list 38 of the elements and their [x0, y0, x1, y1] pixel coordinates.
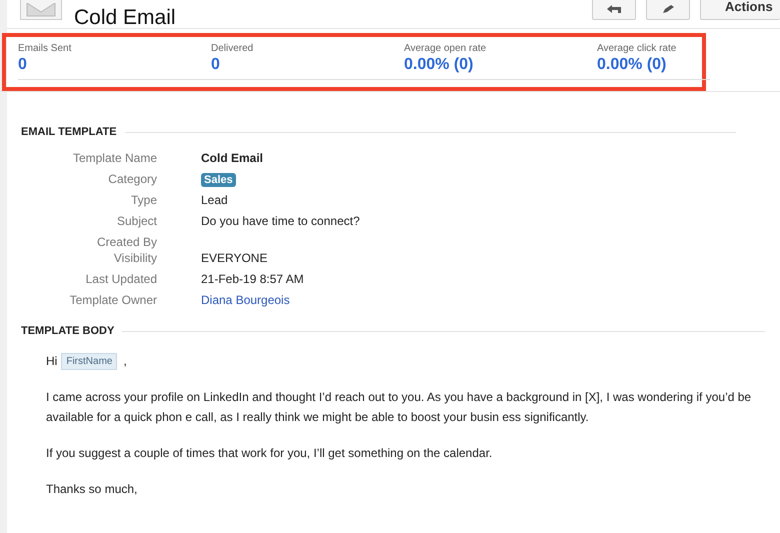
stat-label: Average open rate: [404, 43, 488, 55]
field-label: Last Updated: [84, 271, 157, 288]
field-label: Created By: [96, 234, 157, 250]
field-label: Template Owner: [68, 292, 157, 309]
field-value: Cold Email: [201, 151, 264, 165]
greeting-text: Hi: [46, 354, 58, 368]
envelope-icon: [26, 3, 56, 17]
pencil-icon: [661, 5, 675, 13]
merge-field: FirstName: [61, 352, 118, 370]
stat-label: Average click rate: [597, 43, 678, 55]
stat-value: 0.00% (0): [404, 55, 474, 75]
category-tag: Sales: [201, 173, 236, 187]
field-label: Type: [130, 192, 157, 209]
field-value: EVERYONE: [201, 251, 268, 265]
owner-link[interactable]: Diana Bourgeois: [201, 293, 290, 307]
section-heading: TEMPLATE BODY: [21, 325, 116, 337]
arrow-icon: [607, 5, 621, 13]
actions-menu-button[interactable]: Actions: [700, 0, 780, 20]
stat-value: 0.00% (0): [597, 55, 668, 75]
field-label: Template Name: [72, 150, 157, 167]
stat-label: Delivered: [211, 43, 254, 55]
field-label: Visibility: [112, 250, 157, 267]
field-value: Do you have time to connect?: [201, 214, 360, 228]
greeting-text: ,: [123, 354, 127, 368]
stat-value: 0: [18, 55, 28, 75]
reply-button[interactable]: [592, 0, 636, 20]
edit-button[interactable]: [646, 0, 690, 20]
field-label: Subject: [116, 213, 157, 230]
field-label: Category: [107, 171, 157, 188]
stat-value: 0: [211, 55, 221, 75]
field-value: 21-Feb-19 8:57 AM: [201, 272, 304, 286]
body-paragraph: I came across your profile on LinkedIn and thought I’d reach out to you. As you have a background in [X], I was wondering if you’d be available for a quick phon e call, as I really think we might be able to boost your busin ess significantly.: [46, 389, 752, 426]
section-heading: EMAIL TEMPLATE: [21, 126, 118, 138]
body-paragraph: Thanks so much,: [46, 481, 138, 498]
field-value: Lead: [201, 193, 228, 207]
page-title: Cold Email: [74, 6, 176, 28]
stat-label: Emails Sent: [18, 43, 72, 55]
body-paragraph: If you suggest a couple of times that work for you, I’ll get something on the calendar.: [46, 445, 494, 462]
